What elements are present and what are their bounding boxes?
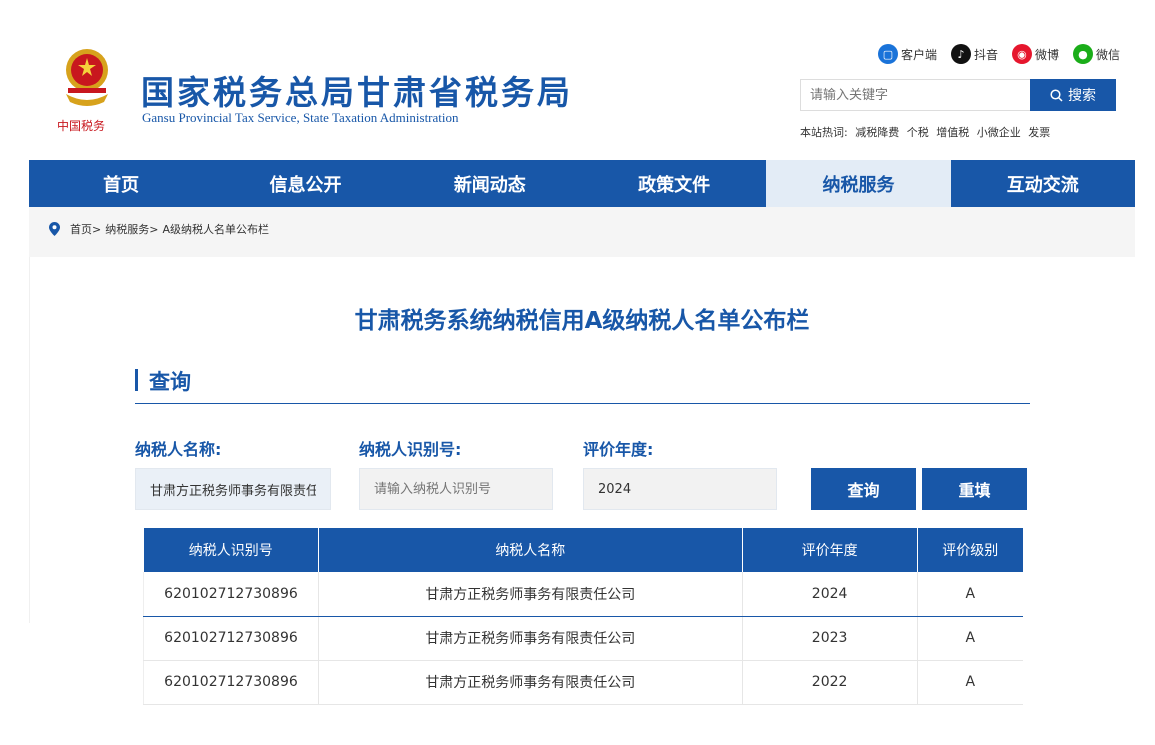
site-subtitle: Gansu Provincial Tax Service, State Taxa… <box>142 110 459 125</box>
cell-eval-year: 2022 <box>742 660 918 705</box>
cell-eval-level: A <box>917 660 1023 705</box>
social-douyin[interactable]: ♪ 抖音 <box>950 44 998 64</box>
reset-button[interactable]: 重填 <box>922 468 1027 510</box>
location-pin-icon <box>49 222 60 236</box>
table-row[interactable]: 620102712730896 甘肃方正税务师事务有限责任公司 2024 A <box>143 572 1023 617</box>
eval-year-input[interactable] <box>583 468 777 510</box>
hot-word-item[interactable]: 发票 <box>1028 126 1050 139</box>
table-row[interactable]: 620102712730896 甘肃方正税务师事务有限责任公司 2023 A <box>143 616 1023 661</box>
cell-eval-year: 2023 <box>742 616 918 661</box>
logo-calligraphy: 中国税务 <box>57 118 105 133</box>
table-header-row: 纳税人识别号 纳税人名称 评价年度 评价级别 <box>143 528 1023 572</box>
social-wechat-label: 微信 <box>1095 47 1120 62</box>
tax-emblem-logo[interactable]: 中国税务 <box>52 44 122 136</box>
query-section-header: 查询 <box>135 364 1030 404</box>
taxpayer-name-input[interactable] <box>135 468 331 510</box>
taxpayer-id-input[interactable] <box>359 468 553 510</box>
social-client-label: 客户端 <box>900 47 937 62</box>
social-douyin-label: 抖音 <box>973 47 998 62</box>
nav-home[interactable]: 首页 <box>29 160 213 207</box>
social-weibo[interactable]: ◉ 微博 <box>1011 44 1059 64</box>
col-header-taxpayer-name: 纳税人名称 <box>318 528 743 572</box>
cell-taxpayer-id: 620102712730896 <box>143 616 319 661</box>
hot-word-item[interactable]: 小微企业 <box>977 126 1021 139</box>
col-header-taxpayer-id: 纳税人识别号 <box>143 528 319 572</box>
breadcrumb-tax-service[interactable]: 纳税服务> <box>105 221 158 237</box>
cell-taxpayer-id: 620102712730896 <box>143 572 319 617</box>
hot-words-label: 本站热词: <box>800 126 848 139</box>
hot-words: 本站热词: 减税降费 个税 增值税 小微企业 发票 <box>800 124 1054 140</box>
eval-year-label: 评价年度: <box>583 440 654 459</box>
site-title[interactable]: 国家税务总局甘肃省税务局 <box>141 66 573 114</box>
breadcrumb-bar: 首页> 纳税服务> A级纳税人名单公布栏 <box>29 207 1135 257</box>
social-client[interactable]: ▢ 客户端 <box>877 44 937 64</box>
site-header: 中国税务 国家税务总局甘肃省税务局 Gansu Provincial Tax S… <box>0 0 1155 160</box>
cell-eval-level: A <box>917 616 1023 661</box>
col-header-eval-year: 评价年度 <box>742 528 918 572</box>
hot-word-item[interactable]: 减税降费 <box>855 126 899 139</box>
nav-info-disclosure[interactable]: 信息公开 <box>213 160 397 207</box>
main-nav: 首页 信息公开 新闻动态 政策文件 纳税服务 互动交流 <box>29 160 1135 207</box>
social-weibo-label: 微博 <box>1034 47 1059 62</box>
section-accent-bar <box>135 369 138 391</box>
douyin-icon: ♪ <box>950 44 971 64</box>
cell-taxpayer-name: 甘肃方正税务师事务有限责任公司 <box>318 616 743 661</box>
site-search: 搜索 <box>800 79 1116 111</box>
cell-eval-year: 2024 <box>742 572 918 617</box>
social-wechat[interactable]: ● 微信 <box>1072 44 1120 64</box>
weibo-icon: ◉ <box>1011 44 1032 64</box>
search-button-label: 搜索 <box>1068 88 1096 104</box>
social-links: ▢ 客户端 ♪ 抖音 ◉ 微博 ● 微信 <box>877 44 1120 64</box>
wechat-icon: ● <box>1072 44 1093 64</box>
taxpayer-name-label: 纳税人名称: <box>135 440 222 459</box>
breadcrumb: 首页> 纳税服务> A级纳税人名单公布栏 <box>49 221 269 237</box>
search-icon <box>1050 88 1063 102</box>
cell-taxpayer-name: 甘肃方正税务师事务有限责任公司 <box>318 660 743 705</box>
page-title: 甘肃税务系统纳税信用A级纳税人名单公布栏 <box>354 308 810 334</box>
col-header-eval-level: 评价级别 <box>917 528 1023 572</box>
cell-eval-level: A <box>917 572 1023 617</box>
results-table: 纳税人识别号 纳税人名称 评价年度 评价级别 620102712730896 甘… <box>143 528 1023 705</box>
search-input[interactable] <box>800 79 1030 111</box>
taxpayer-id-label: 纳税人识别号: <box>359 440 462 459</box>
nav-news[interactable]: 新闻动态 <box>398 160 582 207</box>
search-button[interactable]: 搜索 <box>1030 79 1116 111</box>
nav-policy[interactable]: 政策文件 <box>582 160 766 207</box>
breadcrumb-current: A级纳税人名单公布栏 <box>162 223 269 236</box>
cell-taxpayer-id: 620102712730896 <box>143 660 319 705</box>
nav-tax-service[interactable]: 纳税服务 <box>766 160 951 207</box>
hot-word-item[interactable]: 个税 <box>907 126 929 139</box>
query-button[interactable]: 查询 <box>811 468 916 510</box>
breadcrumb-home[interactable]: 首页> <box>70 221 101 237</box>
nav-interaction[interactable]: 互动交流 <box>951 160 1135 207</box>
cell-taxpayer-name: 甘肃方正税务师事务有限责任公司 <box>318 572 743 617</box>
section-title: 查询 <box>149 370 191 394</box>
hot-word-item[interactable]: 增值税 <box>936 126 969 139</box>
table-row[interactable]: 620102712730896 甘肃方正税务师事务有限责任公司 2022 A <box>143 660 1023 705</box>
client-app-icon: ▢ <box>877 44 898 64</box>
